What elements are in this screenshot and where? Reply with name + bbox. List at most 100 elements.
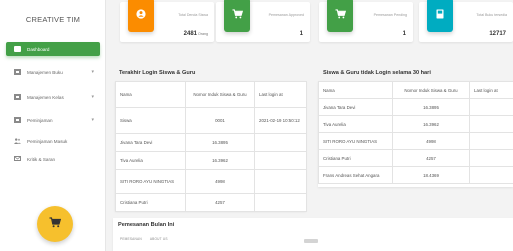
table-cell: 16.3895: [392, 98, 470, 116]
card-value: 2481Orang: [183, 31, 208, 37]
table-cell: [469, 166, 513, 184]
table-cell: [254, 169, 307, 194]
table-cell: 0001: [185, 107, 255, 134]
table-cell: [469, 132, 513, 150]
table-cell: Frans Andreas Sehat Angara: [318, 166, 393, 184]
table-cell: 2021-02-19 10:50:12: [254, 107, 307, 134]
table-cell: Jivana Tara Devi: [115, 133, 186, 152]
card-title: Pemesanan Pending: [373, 13, 407, 17]
table-cell: [469, 149, 513, 167]
sidebar-item-kritik-saran[interactable]: Kritik & Saran: [6, 152, 100, 166]
table-row: Jivana Tara Devi 16.3895: [115, 133, 307, 152]
table-cell: 16.3962: [185, 151, 255, 170]
card-title: Total Denda Siswa: [178, 13, 208, 17]
sidebar-item-label: Peminjaman: [27, 117, 53, 123]
table-cell: [469, 98, 513, 116]
cart-icon: [49, 215, 62, 233]
dashboard-icon: [14, 46, 21, 52]
table-cell: 4998: [185, 169, 255, 194]
orders-tab-pemesanan[interactable]: PEMESANAN: [120, 237, 142, 241]
login-table-panel: Nama Nomor Induk Siswa & Guru Last login…: [115, 81, 307, 212]
no-login-table-panel: Nama Nomor Induk Siswa & Guru Last login…: [318, 81, 513, 187]
card-title: Total Buku tersedia: [476, 13, 507, 17]
table-row: Tiva Aurelia 16.3962: [115, 151, 307, 170]
table-row: Cristiana Putri 4257: [115, 193, 307, 212]
column-header: Nama: [115, 81, 186, 108]
table-cell: 16.3962: [392, 115, 470, 133]
card-icon-box: [327, 0, 353, 32]
sidebar: CREATIVE TIM Dashboard Manajemen Buku ▾ …: [0, 0, 106, 251]
card-title: Pemesanan Approved: [268, 13, 304, 17]
cart-fab-button[interactable]: [37, 206, 73, 242]
table-cell: 4257: [185, 193, 255, 212]
table-cell: 18.4369: [392, 166, 470, 184]
sidebar-item-label: Manajemen Buku: [27, 69, 63, 75]
chevron-down-icon: ▾: [91, 94, 94, 100]
stat-card-buku: Total Buku tersedia 12717: [419, 0, 513, 42]
card-value: 1: [299, 31, 303, 37]
table-cell: Tiva Aurelia: [115, 151, 186, 170]
column-header: Nama: [318, 81, 393, 99]
card-icon-box: [128, 0, 154, 32]
table-row: Frans Andreas Sehat Angara 18.4369: [318, 166, 513, 184]
user-icon: [136, 6, 146, 24]
card-icon-box: [427, 0, 453, 32]
class-icon: [14, 94, 21, 100]
sidebar-item-label: Kritik & Saran: [27, 156, 56, 162]
table-cell: Jivana Tara Devi: [318, 98, 393, 116]
sidebar-item-label: Dashboard: [27, 46, 50, 52]
card-icon-box: [224, 0, 250, 32]
orders-controls: PEMESANAN ABOUT US: [120, 237, 168, 241]
chevron-down-icon: ▾: [91, 69, 94, 75]
login-table-title: Terakhir Login Siswa & Guru: [119, 70, 196, 76]
table-row: Jivana Tara Devi 16.3895: [318, 98, 513, 116]
table-row: SITI RORO AYU NINGTIAS 4998: [115, 169, 307, 194]
table-row: Siswa 0001 2021-02-19 10:50:12: [115, 107, 307, 134]
column-header: Nomor Induk Siswa & Guru: [392, 81, 470, 99]
stat-card-approved: Pemesanan Approved 1: [216, 0, 310, 42]
cart-icon: [232, 6, 243, 24]
table-cell: [254, 193, 307, 212]
card-value: 1: [402, 31, 406, 37]
scroll-handle[interactable]: [304, 239, 318, 243]
chevron-down-icon: ▾: [91, 117, 94, 123]
table-cell: 16.3895: [185, 133, 255, 152]
users-icon: [14, 138, 21, 144]
card-value: 12717: [489, 31, 506, 37]
table-cell: Tiva Aurelia: [318, 115, 393, 133]
book-icon: [436, 6, 444, 24]
book-icon: [14, 69, 21, 75]
column-header: Nomor Induk Siswa & Guru: [185, 81, 255, 108]
table-cell: Cristiana Putri: [318, 149, 393, 167]
orders-tab-about-us[interactable]: ABOUT US: [150, 237, 168, 241]
table-row: SITI RORO AYU NINGTIAS 4998: [318, 132, 513, 150]
table-cell: [254, 151, 307, 170]
table-cell: SITI RORO AYU NINGTIAS: [115, 169, 186, 194]
sidebar-item-dashboard[interactable]: Dashboard: [6, 42, 100, 56]
login-table: Nama Nomor Induk Siswa & Guru Last login…: [115, 81, 307, 212]
brand-logo-text[interactable]: CREATIVE TIM: [0, 15, 106, 24]
orders-title: Pemesanan Bulan Ini: [118, 222, 175, 228]
stat-card-denda: Total Denda Siswa 2481Orang: [120, 0, 214, 42]
sidebar-item-manajemen-kelas[interactable]: Manajemen Kelas ▾: [6, 90, 100, 104]
table-cell: 4257: [392, 149, 470, 167]
no-login-table-title: Siswa & Guru tidak Login selama 30 hari: [323, 70, 431, 76]
table-cell: Cristiana Putri: [115, 193, 186, 212]
table-cell: Siswa: [115, 107, 186, 134]
orders-panel: Pemesanan Bulan Ini PEMESANAN ABOUT US: [113, 218, 513, 251]
cart-icon: [335, 6, 346, 24]
column-header: Last login at: [469, 81, 513, 99]
table-cell: SITI RORO AYU NINGTIAS: [318, 132, 393, 150]
table-cell: [469, 115, 513, 133]
message-icon: [14, 156, 21, 162]
table-cell: 4998: [392, 132, 470, 150]
table-cell: [254, 133, 307, 152]
column-header: Last login at: [254, 81, 307, 108]
sidebar-item-peminjaman[interactable]: Peminjaman ▾: [6, 113, 100, 127]
no-login-table: Nama Nomor Induk Siswa & Guru Last login…: [318, 81, 513, 184]
sidebar-item-label: Peminjaman Masuk: [27, 138, 68, 144]
sidebar-item-peminjaman-masuk[interactable]: Peminjaman Masuk: [6, 134, 100, 148]
table-row: Cristiana Putri 4257: [318, 149, 513, 167]
sidebar-item-manajemen-buku[interactable]: Manajemen Buku ▾: [6, 65, 100, 79]
sidebar-item-label: Manajemen Kelas: [27, 94, 64, 100]
